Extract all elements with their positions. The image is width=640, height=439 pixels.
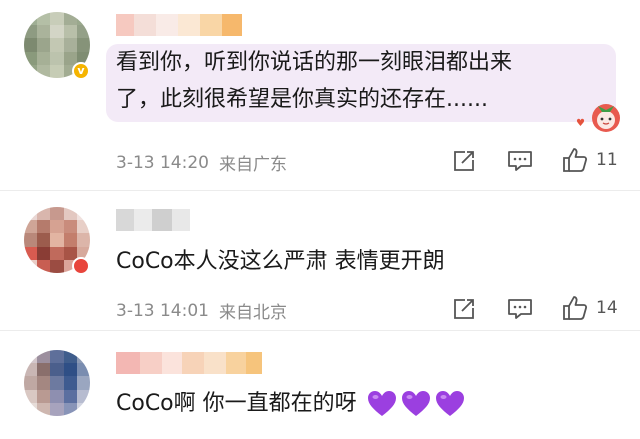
like-icon [563,148,588,172]
like-button[interactable]: 14 [562,295,618,321]
like-count: 11 [596,150,618,170]
comment-icon [508,151,532,171]
comment-location: 来自北京 [218,303,287,323]
share-button[interactable] [452,149,476,173]
comment-meta: 3-13 14:20 来自广东 [116,150,287,176]
like-icon [563,296,588,320]
comment-icon [508,299,532,319]
username[interactable] [116,14,242,36]
purple-heart-icon [435,391,464,416]
verified-badge-icon: v [72,62,90,80]
comment-item: v 看到你，听到你说话的那一刻眼泪都出来 了，此刻很希望是你真实的还存在....… [0,0,640,190]
like-count: 14 [596,298,618,318]
comment-text: CoCo啊 你一直都在的呀 [116,388,465,420]
username[interactable] [116,352,262,374]
share-button[interactable] [452,297,476,321]
like-button[interactable]: 11 [562,147,618,173]
purple-heart-icon [401,391,430,416]
comment-text-body: CoCo啊 你一直都在的呀 [116,391,357,416]
purple-heart-icon [367,391,396,416]
comment-text-line1: 看到你，听到你说话的那一刻眼泪都出来 [116,50,513,75]
share-icon [454,151,474,171]
comment-location: 来自广东 [218,155,287,175]
comment-meta: 3-13 14:01 来自北京 [116,298,287,324]
comment-item: CoCo啊 你一直都在的呀 [0,330,640,439]
comment-time: 3-13 14:01 [116,300,209,321]
reply-button[interactable] [507,297,533,321]
badge-icon [72,257,90,275]
username[interactable] [116,209,190,231]
heart-icon: ♥ [576,118,585,129]
comment-time: 3-13 14:20 [116,152,209,173]
comment-text-line2: 了，此刻很希望是你真实的还存在...... [116,87,488,112]
share-icon [454,299,474,319]
comment-text: CoCo本人没这么严肃 表情更开朗 [116,249,445,274]
reply-button[interactable] [507,149,533,173]
avatar[interactable] [24,350,90,416]
comment-item: CoCo本人没这么严肃 表情更开朗 3-13 14:01 来自北京 14 [0,190,640,330]
strawberry-sticker-icon[interactable] [588,98,624,134]
